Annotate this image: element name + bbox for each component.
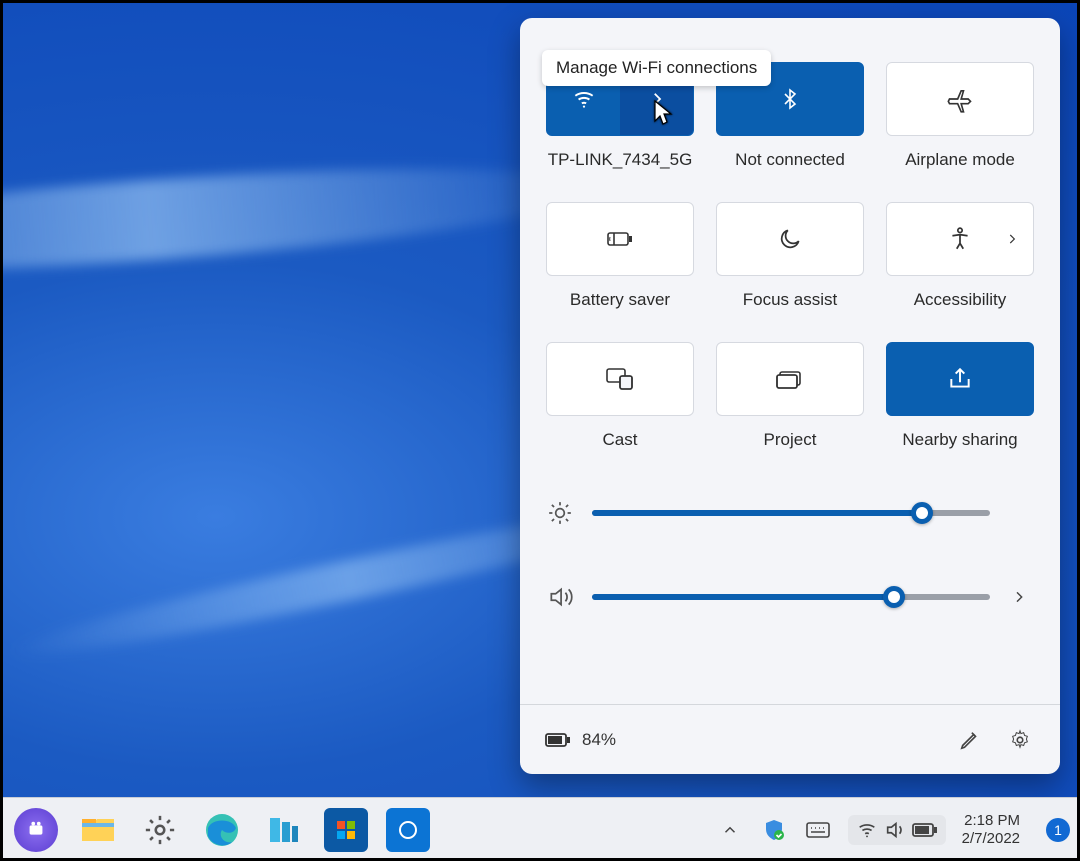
brightness-slider-row <box>546 500 1030 526</box>
cast-label: Cast <box>603 430 638 450</box>
system-tray: 2:18 PM 2/7/2022 1 <box>716 812 1070 847</box>
battery-saver-label: Battery saver <box>570 290 670 310</box>
battery-saver-tile: Battery saver <box>544 202 696 310</box>
tray-keyboard-icon[interactable] <box>804 816 832 844</box>
focus-assist-label: Focus assist <box>743 290 837 310</box>
gear-icon <box>1009 729 1031 751</box>
pencil-icon <box>959 729 981 751</box>
desktop-decoration <box>0 149 602 292</box>
project-icon <box>775 367 805 391</box>
battery-icon <box>912 822 938 838</box>
taskbar-app-file-explorer[interactable] <box>76 808 120 852</box>
airplane-tile: Airplane mode <box>884 62 1036 170</box>
volume-slider[interactable] <box>592 594 990 600</box>
airplane-label: Airplane mode <box>905 150 1015 170</box>
speaker-icon <box>884 819 906 841</box>
nearby-sharing-label: Nearby sharing <box>902 430 1017 450</box>
battery-status[interactable]: 84% <box>544 730 616 750</box>
taskbar-time: 2:18 PM <box>964 812 1020 829</box>
nearby-sharing-tile: Nearby sharing <box>884 342 1036 450</box>
notification-count-badge[interactable]: 1 <box>1046 818 1070 842</box>
focus-assist-tile: Focus assist <box>714 202 866 310</box>
tray-network-group[interactable] <box>848 815 946 845</box>
taskbar-app-generic-2[interactable] <box>386 808 430 852</box>
wifi-icon <box>571 86 597 112</box>
cast-tile: Cast <box>544 342 696 450</box>
bluetooth-label: Not connected <box>735 150 845 170</box>
volume-slider-row <box>546 584 1030 610</box>
taskbar-pinned-apps <box>10 808 430 852</box>
taskbar-app-generic-1[interactable] <box>262 808 306 852</box>
battery-saver-icon <box>605 227 635 251</box>
accessibility-label: Accessibility <box>914 290 1007 310</box>
battery-saver-toggle-button[interactable] <box>546 202 694 276</box>
brightness-icon <box>546 500 574 526</box>
nearby-sharing-toggle-button[interactable] <box>886 342 1034 416</box>
volume-output-button[interactable] <box>1008 589 1030 605</box>
airplane-toggle-button[interactable] <box>886 62 1034 136</box>
mouse-cursor <box>654 100 674 126</box>
edit-quick-settings-button[interactable] <box>950 720 990 760</box>
project-tile: Project <box>714 342 866 450</box>
taskbar-app-store[interactable] <box>324 808 368 852</box>
airplane-icon <box>946 85 974 113</box>
chevron-right-icon[interactable] <box>1005 232 1019 246</box>
battery-percent-label: 84% <box>582 730 616 750</box>
wifi-label: TP-LINK_7434_5G <box>548 150 693 170</box>
speaker-icon <box>546 584 574 610</box>
taskbar-app-chat[interactable] <box>14 808 58 852</box>
focus-assist-toggle-button[interactable] <box>716 202 864 276</box>
tray-overflow-button[interactable] <box>716 816 744 844</box>
taskbar-app-edge[interactable] <box>200 808 244 852</box>
taskbar-clock[interactable]: 2:18 PM 2/7/2022 <box>962 812 1024 847</box>
panel-footer: 84% <box>520 704 1060 774</box>
taskbar: 2:18 PM 2/7/2022 1 <box>0 797 1080 861</box>
moon-icon <box>777 226 803 252</box>
taskbar-date: 2/7/2022 <box>962 830 1020 847</box>
wifi-manage-tooltip: Manage Wi-Fi connections <box>542 50 771 86</box>
sliders-section <box>520 470 1060 616</box>
project-label: Project <box>764 430 817 450</box>
share-icon <box>947 366 973 392</box>
taskbar-app-settings[interactable] <box>138 808 182 852</box>
brightness-slider[interactable] <box>592 510 990 516</box>
wifi-icon <box>856 819 878 841</box>
tray-security-icon[interactable] <box>760 816 788 844</box>
cast-button[interactable] <box>546 342 694 416</box>
all-settings-button[interactable] <box>1000 720 1040 760</box>
accessibility-icon <box>947 226 973 252</box>
accessibility-toggle-button[interactable] <box>886 202 1034 276</box>
cast-icon <box>605 366 635 392</box>
accessibility-tile: Accessibility <box>884 202 1036 310</box>
project-button[interactable] <box>716 342 864 416</box>
bluetooth-icon <box>778 87 802 111</box>
battery-icon <box>544 730 572 750</box>
quick-settings-panel: Manage Wi-Fi connections TP-LIN <box>520 18 1060 774</box>
